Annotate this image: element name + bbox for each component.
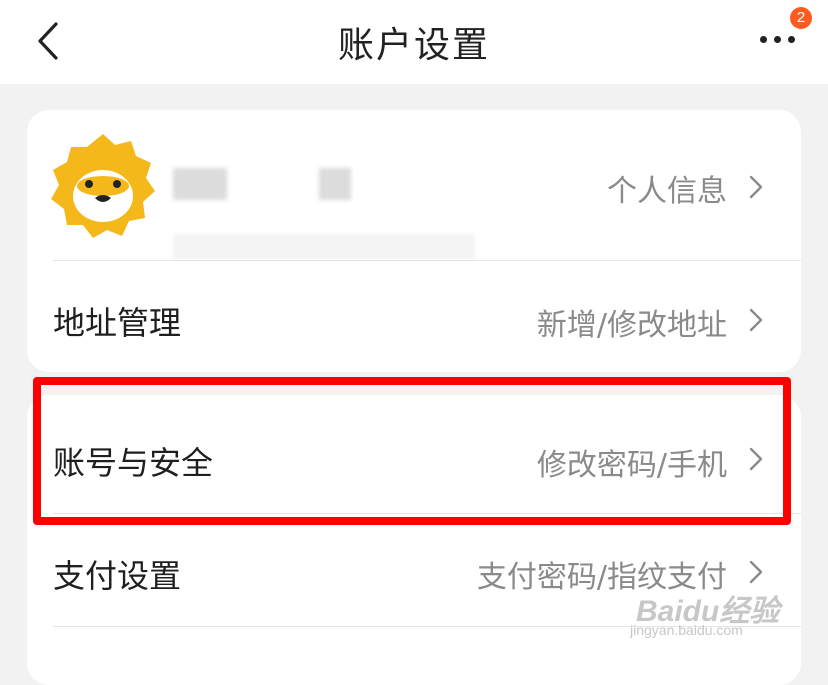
lion-avatar-icon: [51, 134, 155, 238]
address-label: 地址管理: [53, 304, 182, 342]
page-title: 账户设置: [337, 25, 490, 66]
chevron-right-icon: [749, 175, 763, 199]
address-row[interactable]: 地址管理 新增/修改地址: [27, 261, 801, 372]
more-dot: [774, 36, 781, 43]
more-dots-icon: [760, 36, 767, 43]
username-redacted: [319, 168, 351, 200]
address-value: 新增/修改地址: [536, 308, 727, 343]
more-dot: [788, 36, 795, 43]
baidu-watermark: Baidu经验 jingyan.baidu.com: [630, 586, 779, 638]
header-bar: 账户设置 2: [0, 0, 828, 84]
account-info-redacted: [173, 234, 475, 260]
chevron-right-icon: [749, 560, 763, 584]
watermark-url: jingyan.baidu.com: [630, 622, 743, 638]
personal-info-link: 个人信息: [607, 174, 727, 209]
highlight-box: [33, 377, 791, 525]
more-button[interactable]: [756, 30, 800, 50]
username-redacted: [173, 168, 227, 200]
payment-settings-label: 支付设置: [53, 557, 182, 595]
chevron-right-icon: [749, 308, 763, 332]
notification-badge: 2: [790, 7, 812, 29]
profile-row[interactable]: 个人信息: [27, 110, 801, 260]
profile-address-card: 个人信息 地址管理 新增/修改地址: [27, 110, 801, 372]
